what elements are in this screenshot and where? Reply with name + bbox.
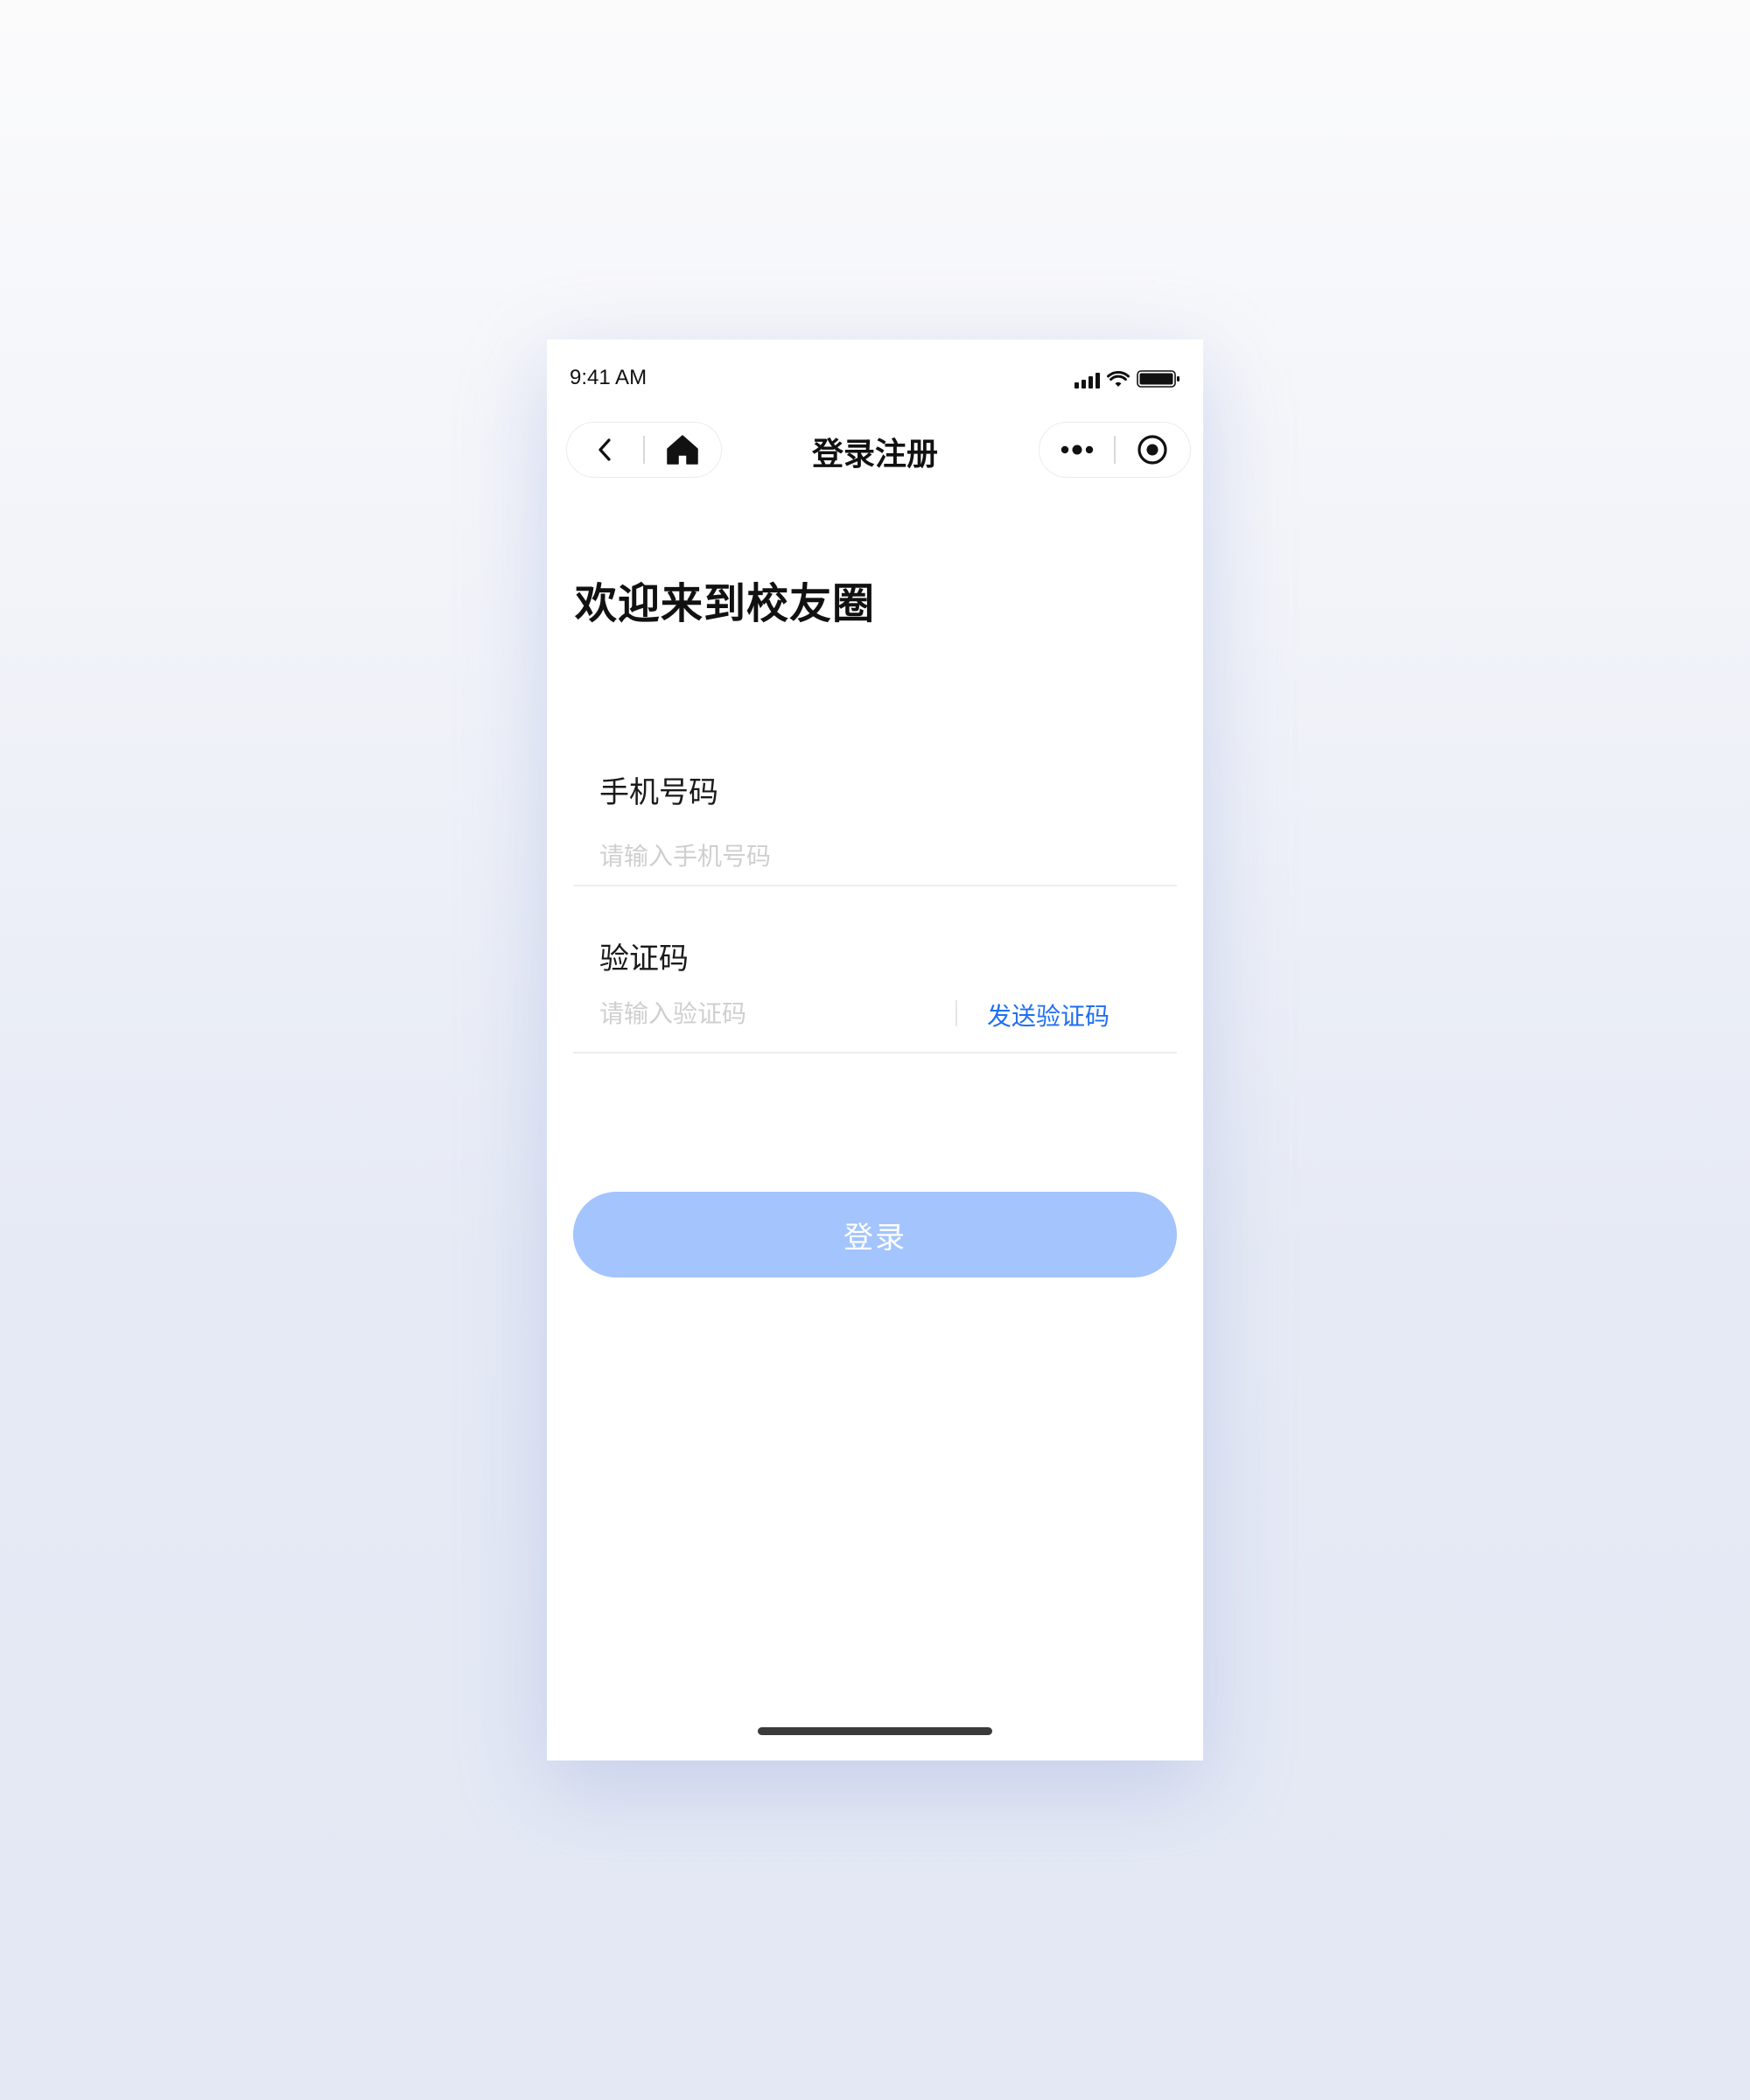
code-input[interactable] [599, 994, 941, 1032]
wifi-icon [1107, 371, 1130, 387]
status-icons [1074, 369, 1180, 388]
send-code-button[interactable]: 发送验证码 [987, 998, 1110, 1032]
phone-field-underline [573, 885, 1177, 886]
target-circle-icon [1138, 435, 1167, 465]
battery-icon [1137, 370, 1180, 388]
phone-label: 手机号码 [599, 775, 718, 810]
more-button[interactable] [1040, 423, 1114, 477]
home-indicator [758, 1727, 992, 1735]
welcome-heading: 欢迎来到校友圈 [575, 579, 876, 628]
close-miniprogram-button[interactable] [1116, 423, 1190, 477]
signal-icon [1074, 373, 1100, 388]
code-label: 验证码 [599, 942, 689, 976]
login-button[interactable]: 登录 [573, 1192, 1177, 1278]
status-time: 9:41 AM [570, 366, 648, 389]
phone-input[interactable] [599, 836, 1159, 875]
code-field-underline [573, 1052, 1177, 1054]
status-bar: 9:41 AM [547, 340, 1203, 416]
code-divider [956, 1000, 957, 1026]
nav-capsule-right [1039, 422, 1191, 478]
phone-screen: 9:41 AM 登录注册 欢迎来到校友圈 手机号码 请输入手机号码 验证码 请输… [547, 340, 1203, 1760]
more-dots-icon [1060, 444, 1093, 455]
